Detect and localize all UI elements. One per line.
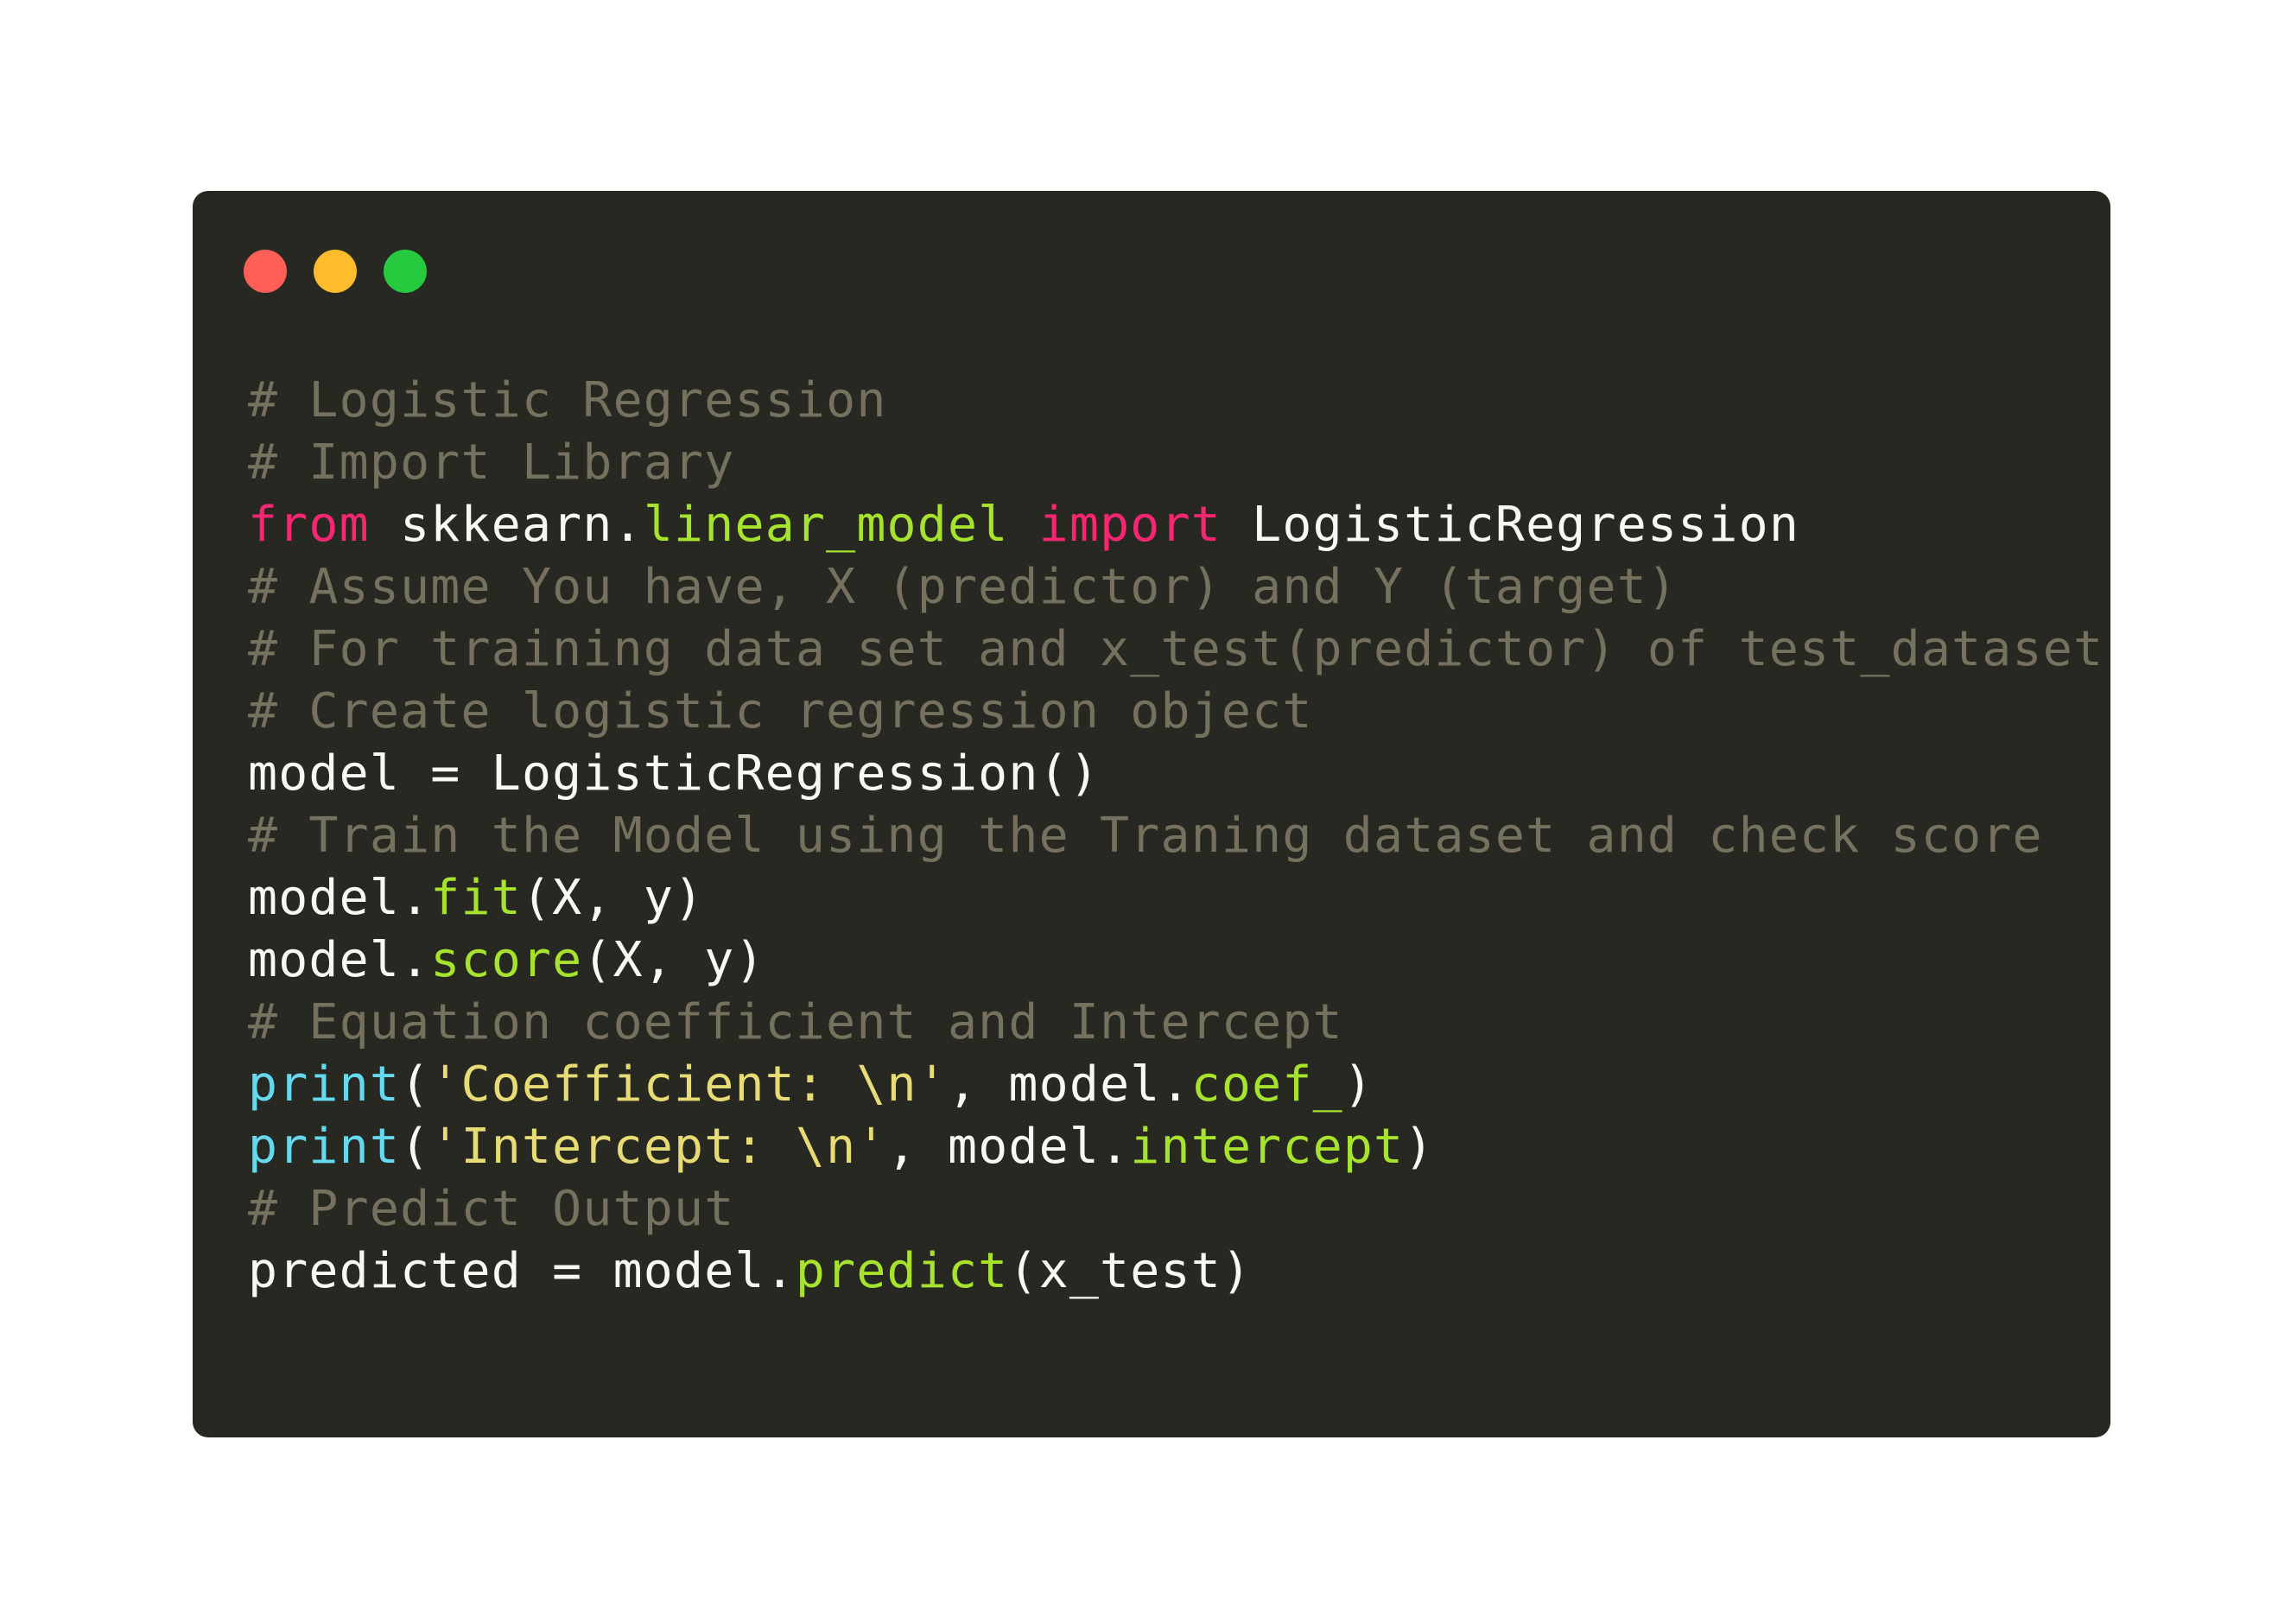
code-token-func: linear_model xyxy=(643,497,1009,553)
code-token-plain: ( xyxy=(400,1119,431,1175)
code-token-builtin: print xyxy=(248,1119,401,1175)
code-token-plain: predicted = model. xyxy=(248,1243,796,1299)
code-token-comment: # Create logistic regression object xyxy=(248,683,1313,739)
code-token-comment: # Import Library xyxy=(248,435,735,491)
code-token-comment: # Equation coefficient and Intercept xyxy=(248,994,1343,1050)
code-token-string: 'Coefficient: \n' xyxy=(430,1056,948,1113)
code-block: # Logistic Regression # Import Library fro… xyxy=(248,370,2104,1303)
code-token-comment: # Assume You have, X (predictor) and Y (… xyxy=(248,559,1679,615)
window-controls xyxy=(244,250,427,293)
code-token-plain: , model. xyxy=(947,1056,1191,1113)
code-token-plain: ( xyxy=(400,1056,431,1113)
code-token-comment: # For training data set and x_test(predi… xyxy=(248,621,2104,677)
code-line: predicted = model.predict(x_test) xyxy=(248,1240,2104,1303)
code-line: # Predict Output xyxy=(248,1178,2104,1240)
code-token-comment: # Logistic Regression xyxy=(248,372,887,428)
code-line: # Import Library xyxy=(248,432,2104,494)
code-line: print('Coefficient: \n', model.coef_) xyxy=(248,1054,2104,1116)
code-token-plain: (X, y) xyxy=(582,932,765,988)
code-line: model = LogisticRegression() xyxy=(248,743,2104,805)
code-line: from skkearn.linear_model import Logisti… xyxy=(248,494,2104,556)
code-token-keyword: import xyxy=(1038,497,1222,553)
code-token-plain: model. xyxy=(248,932,431,988)
code-line: # Train the Model using the Traning data… xyxy=(248,805,2104,867)
close-button[interactable] xyxy=(244,250,287,293)
code-token-plain: , model. xyxy=(886,1119,1131,1175)
code-token-string: 'Intercept: \n' xyxy=(430,1119,887,1175)
code-line: # Logistic Regression xyxy=(248,370,2104,432)
code-token-comment: # Predict Output xyxy=(248,1181,735,1237)
code-token-comment: # Train the Model using the Traning data… xyxy=(248,808,2043,864)
code-token-plain: ) xyxy=(1342,1056,1374,1113)
code-token-plain: skkearn. xyxy=(369,497,644,553)
code-line: model.score(X, y) xyxy=(248,929,2104,992)
code-token-func: intercept xyxy=(1130,1119,1405,1175)
code-token-plain: (x_test) xyxy=(1008,1243,1253,1299)
code-line: # Create logistic regression object xyxy=(248,681,2104,743)
code-token-plain: model. xyxy=(248,870,431,926)
code-token-func: predict xyxy=(795,1243,1009,1299)
minimize-button[interactable] xyxy=(314,250,357,293)
maximize-button[interactable] xyxy=(384,250,427,293)
code-window: # Logistic Regression # Import Library fro… xyxy=(193,191,2110,1437)
code-token-func: score xyxy=(430,932,583,988)
code-token-func: fit xyxy=(430,870,522,926)
code-token-builtin: print xyxy=(248,1056,401,1113)
code-line: # Equation coefficient and Intercept xyxy=(248,992,2104,1054)
code-token-keyword: from xyxy=(248,497,370,553)
code-line: # For training data set and x_test(predi… xyxy=(248,619,2104,681)
code-token-func: coef_ xyxy=(1190,1056,1343,1113)
code-line: # Assume You have, X (predictor) and Y (… xyxy=(248,556,2104,619)
code-token-plain: LogisticRegression xyxy=(1221,497,1800,553)
code-token-plain: (X, y) xyxy=(521,870,705,926)
code-token-plain: ) xyxy=(1404,1119,1435,1175)
code-line: print('Intercept: \n', model.intercept) xyxy=(248,1116,2104,1178)
code-line: model.fit(X, y) xyxy=(248,867,2104,929)
code-token-plain: model = LogisticRegression() xyxy=(248,745,1101,802)
